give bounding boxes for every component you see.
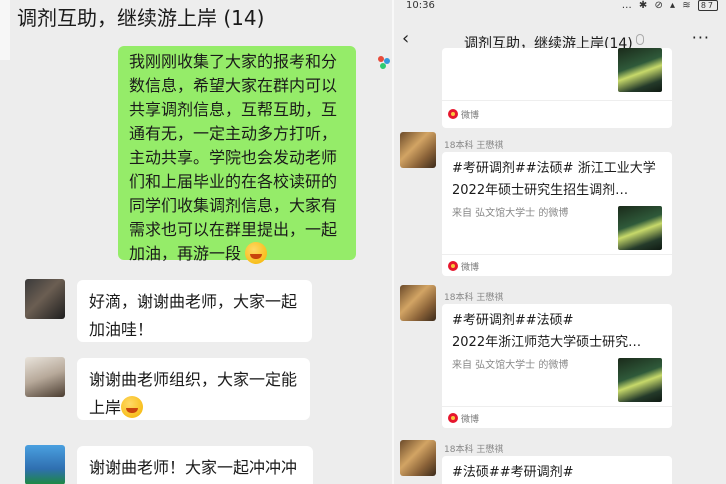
status-time: 10:36 bbox=[406, 0, 435, 11]
card-source: 来自 弘文馆大学士 的微博 bbox=[452, 360, 569, 371]
card-footer: 微博 bbox=[448, 108, 479, 121]
card-title: #法硕##考研调剂# bbox=[452, 465, 574, 480]
avatar[interactable] bbox=[400, 440, 436, 476]
reaction-dot-icon bbox=[380, 63, 386, 69]
card-divider bbox=[442, 254, 672, 255]
card-divider bbox=[442, 100, 672, 101]
shared-link-card[interactable]: #考研调剂##法硕# 2022年浙江师范大学硕士研究… 来自 弘文馆大学士 的微… bbox=[442, 304, 672, 428]
screenshot-root: 调剂互助，继续游上岸 (14) 我刚刚收集了大家的报考和分数信息，希望大家在群内… bbox=[0, 0, 726, 484]
teacher-message-bubble[interactable]: 我刚刚收集了大家的报考和分数信息，希望大家在群内可以共享调剂信息，互帮互助，互通… bbox=[118, 46, 356, 264]
card-source: 来自 弘文馆大学士 的微博 bbox=[452, 208, 569, 219]
card-thumbnail bbox=[618, 48, 662, 92]
weibo-icon bbox=[448, 413, 458, 423]
sender-name: 18本科 王懋祺 bbox=[444, 141, 504, 151]
battery-icon: 87 bbox=[697, 0, 718, 11]
reply-text: 谢谢曲老师！大家一起冲冲冲呀！ bbox=[89, 458, 298, 477]
teacher-message-text: 我刚刚收集了大家的报考和分数信息，希望大家在群内可以共享调剂信息，互帮互助，互通… bbox=[129, 52, 338, 263]
reply-bubble[interactable]: 好滴，谢谢曲老师，大家一起加油哇！ bbox=[77, 280, 312, 342]
weibo-icon bbox=[448, 261, 458, 271]
shared-link-card[interactable]: #考研调剂##法硕# 浙江工业大学2022年硕士研究生招生调剂… 来自 弘文馆大… bbox=[442, 152, 672, 276]
reply-text: 谢谢曲老师组织，大家一定能上岸 bbox=[89, 370, 298, 417]
card-footer: 微博 bbox=[448, 412, 479, 425]
card-thumbnail bbox=[618, 358, 662, 402]
left-header-edge bbox=[0, 0, 10, 60]
mute-bell-icon bbox=[636, 34, 644, 45]
reply-bubble[interactable]: 谢谢曲老师！大家一起冲冲冲呀！ bbox=[77, 446, 313, 484]
avatar[interactable] bbox=[400, 132, 436, 168]
right-chat-panel: 10:36 … ✱ ⊘ ▴ ≋ 87 ‹ 调剂互助，继续游上岸(14) ··· … bbox=[394, 0, 726, 484]
left-chat-title: 调剂互助，继续游上岸 (14) bbox=[17, 6, 265, 30]
avatar[interactable] bbox=[25, 445, 65, 484]
status-icons: … ✱ ⊘ ▴ ≋ 87 bbox=[622, 0, 718, 11]
shared-link-card[interactable]: #法硕##考研调剂# bbox=[442, 456, 672, 484]
left-chat-panel: 调剂互助，继续游上岸 (14) 我刚刚收集了大家的报考和分数信息，希望大家在群内… bbox=[0, 0, 392, 484]
status-bar: 10:36 … ✱ ⊘ ▴ ≋ 87 bbox=[394, 0, 726, 14]
sender-name: 18本科 王懋祺 bbox=[444, 293, 504, 303]
card-footer-label: 微博 bbox=[461, 111, 480, 121]
card-divider bbox=[442, 406, 672, 407]
status-signal-icons: … ✱ ⊘ ▴ ≋ bbox=[621, 0, 693, 11]
avatar[interactable] bbox=[25, 279, 65, 319]
shared-link-card[interactable]: 微博 bbox=[442, 48, 672, 128]
sender-name: 18本科 王懋祺 bbox=[444, 445, 504, 455]
more-options-icon[interactable]: ··· bbox=[692, 28, 710, 47]
reply-text: 好滴，谢谢曲老师，大家一起加油哇！ bbox=[89, 292, 298, 339]
card-thumbnail bbox=[618, 206, 662, 250]
avatar[interactable] bbox=[400, 285, 436, 321]
card-footer-label: 微博 bbox=[461, 263, 480, 273]
card-footer: 微博 bbox=[448, 260, 479, 273]
weibo-icon bbox=[448, 109, 458, 119]
back-arrow-icon[interactable]: ‹ bbox=[402, 28, 409, 49]
smile-emoji-icon bbox=[245, 242, 268, 264]
card-title: #考研调剂##法硕# 浙江工业大学2022年硕士研究生招生调剂… bbox=[452, 161, 656, 198]
reaction-icon bbox=[378, 56, 392, 70]
card-title: #考研调剂##法硕# 2022年浙江师范大学硕士研究… bbox=[452, 313, 642, 350]
avatar[interactable] bbox=[25, 357, 65, 397]
reply-bubble[interactable]: 谢谢曲老师组织，大家一定能上岸 bbox=[77, 358, 310, 420]
smile-emoji-icon bbox=[121, 396, 144, 418]
card-footer-label: 微博 bbox=[461, 415, 480, 425]
